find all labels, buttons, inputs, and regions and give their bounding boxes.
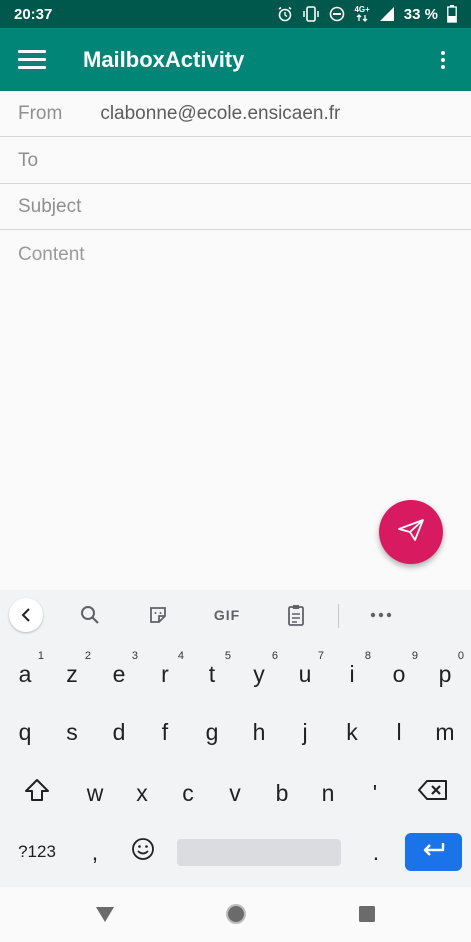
key-a[interactable]: a1 [2,650,48,698]
key-q[interactable]: q [2,708,48,756]
key-m[interactable]: m [422,708,468,756]
toolbar-divider [338,604,339,628]
symbols-key[interactable]: ?123 [8,830,66,874]
key-x[interactable]: x [119,769,165,817]
from-label: From [18,102,63,124]
key-b[interactable]: b [259,769,305,817]
back-icon[interactable] [9,598,43,632]
gif-icon[interactable]: GIF [209,602,245,628]
enter-icon [422,842,446,863]
send-icon [397,518,425,547]
nav-recents-icon[interactable] [356,903,378,925]
period-key[interactable]: . [355,830,397,874]
backspace-icon [418,779,448,807]
shift-key[interactable] [12,769,62,817]
more-vert-icon[interactable] [433,46,453,74]
network-4g-icon: 4G+ [354,5,370,22]
signal-icon [379,6,395,22]
key-i[interactable]: i8 [329,650,375,698]
network-type: 4G+ [354,5,370,14]
key-s[interactable]: s [49,708,95,756]
key-o[interactable]: o9 [376,650,422,698]
to-placeholder: To [18,149,39,171]
emoji-key[interactable] [122,830,164,874]
key-e[interactable]: e3 [96,650,142,698]
key-r[interactable]: r4 [142,650,188,698]
battery-percent: 33 % [403,5,438,23]
more-horiz-icon[interactable] [366,602,396,628]
dnd-icon [329,6,345,22]
subject-field[interactable]: Subject [0,184,471,230]
app-title: MailboxActivity [83,46,245,72]
key-h[interactable]: h [236,708,282,756]
nav-back-icon[interactable] [94,903,116,925]
vibrate-icon [302,6,320,22]
content-placeholder: Content [18,244,85,265]
key-c[interactable]: c [165,769,211,817]
backspace-key[interactable] [408,769,458,817]
key-l[interactable]: l [376,708,422,756]
subject-placeholder: Subject [18,195,82,217]
key-u[interactable]: u7 [282,650,328,698]
key-f[interactable]: f [142,708,188,756]
key-apostrophe[interactable]: ' [352,769,398,817]
status-time: 20:37 [14,5,53,23]
to-field[interactable]: To [0,138,471,184]
key-t[interactable]: t5 [189,650,235,698]
hamburger-icon[interactable] [18,46,46,74]
key-p[interactable]: p0 [422,650,468,698]
clipboard-icon[interactable] [281,602,311,628]
sticker-icon[interactable] [143,602,173,628]
nav-home-icon[interactable] [225,903,247,925]
key-d[interactable]: d [96,708,142,756]
send-button[interactable] [379,500,443,564]
alarm-icon [277,6,293,22]
battery-icon [447,5,457,23]
app-bar: MailboxActivity [0,28,471,91]
soft-keyboard: GIF a1 z2 e3 r4 t5 y6 u7 i8 o9 p0 q s d … [0,590,471,887]
comma-key[interactable]: , [74,830,116,874]
enter-key[interactable] [405,833,462,871]
key-z[interactable]: z2 [49,650,95,698]
emoji-icon [131,837,155,867]
key-w[interactable]: w [72,769,118,817]
from-field: From clabonne@ecole.ensicaen.fr [0,91,471,137]
system-nav-bar [0,887,471,942]
key-g[interactable]: g [189,708,235,756]
shift-icon [24,778,50,808]
status-bar: 20:37 4G+ 33 % [0,0,471,28]
key-y[interactable]: y6 [236,650,282,698]
search-icon[interactable] [75,602,105,628]
from-value: clabonne@ecole.ensicaen.fr [100,102,341,124]
keyboard-toolbar: GIF [0,590,471,640]
key-n[interactable]: n [305,769,351,817]
key-v[interactable]: v [212,769,258,817]
key-j[interactable]: j [282,708,328,756]
key-k[interactable]: k [329,708,375,756]
space-bar[interactable] [177,839,341,866]
